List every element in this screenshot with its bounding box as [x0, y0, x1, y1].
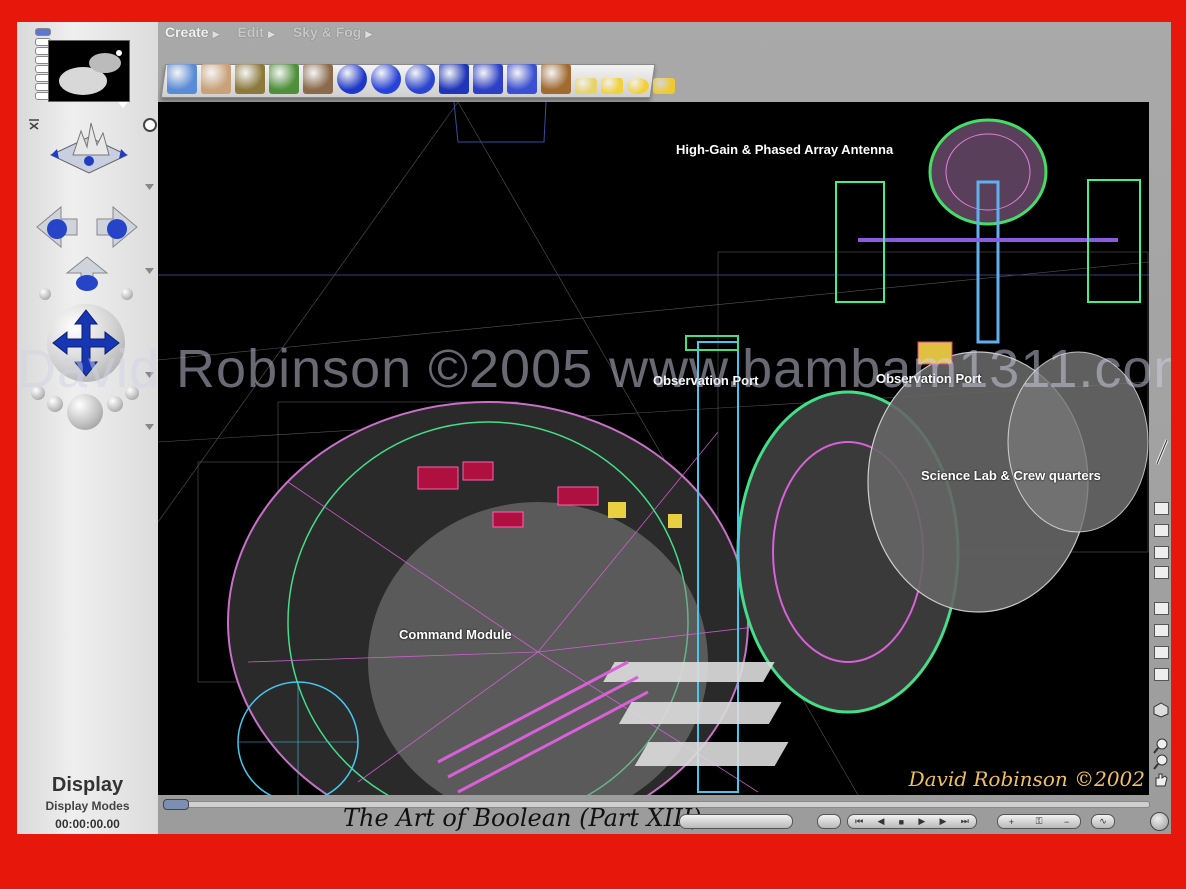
zoom-out-icon[interactable]: [1153, 754, 1169, 770]
nudge-ball[interactable]: [39, 288, 51, 300]
menu-create[interactable]: Create ▶: [165, 24, 220, 40]
chevron-right-icon: ▶: [212, 29, 220, 39]
app-window: Display Display Modes 00:00:00.00 Create…: [17, 22, 1171, 834]
skip-start-icon[interactable]: ⏮: [855, 816, 863, 827]
caption-text: The Art of Boolean (Part XIII): [343, 804, 702, 832]
loop-button[interactable]: [817, 814, 841, 829]
menu-sky-fog-label: Sky & Fog: [292, 24, 362, 40]
rock-icon[interactable]: [303, 64, 333, 94]
globe-icon[interactable]: [1150, 812, 1169, 831]
label-antenna: High-Gain & Phased Array Antenna: [676, 142, 894, 157]
cone-icon[interactable]: [507, 64, 537, 94]
stop-icon[interactable]: ■: [899, 817, 904, 827]
menu-edit[interactable]: Edit ▶: [238, 24, 275, 40]
label-command-module: Command Module: [399, 627, 512, 642]
render-style-button[interactable]: [1154, 646, 1169, 659]
object-toolbar: [167, 42, 675, 94]
camera-control-dot[interactable]: [143, 118, 157, 132]
left-control-panel: Display Display Modes 00:00:00.00: [17, 22, 158, 834]
chevron-down-icon[interactable]: [145, 184, 154, 190]
brush-icon[interactable]: [1153, 438, 1169, 468]
render-style-button[interactable]: [1154, 566, 1169, 579]
time-readout: 00:00:00.00: [55, 817, 120, 831]
hand-pan-icon[interactable]: [1153, 772, 1169, 788]
display-panel-title: Display: [51, 774, 124, 796]
timeline-handle[interactable]: [163, 799, 189, 810]
render-style-button[interactable]: [1154, 524, 1169, 537]
ui-toggle-button[interactable]: [35, 28, 51, 36]
cube-prim-icon[interactable]: [653, 78, 675, 94]
chevron-down-icon[interactable]: [118, 102, 128, 108]
display-modes-label[interactable]: Display Modes: [17, 799, 158, 813]
menu-sky-fog[interactable]: Sky & Fog ▶: [293, 24, 372, 40]
chevron-right-icon: ▶: [365, 29, 373, 39]
pyramid-icon[interactable]: [473, 64, 503, 94]
playback-controls[interactable]: ⏮ ◀ ■ ▶ ▶ ⏭: [847, 814, 977, 829]
chevron-right-icon: ▶: [267, 29, 275, 39]
terrain-plane-icon[interactable]: [201, 64, 231, 94]
render-style-button[interactable]: [1154, 502, 1169, 515]
play-icon[interactable]: ▶: [918, 816, 925, 827]
preview-thumbnail[interactable]: [48, 40, 130, 102]
remove-keyframe-button[interactable]: −: [1064, 817, 1069, 827]
render-style-button[interactable]: [1154, 624, 1169, 637]
wave-icon: ∿: [1099, 816, 1107, 826]
sphere-icon[interactable]: [371, 64, 401, 94]
figure-icon[interactable]: [541, 64, 571, 94]
chevron-down-icon[interactable]: [145, 268, 154, 274]
torus-knot-icon[interactable]: [337, 64, 367, 94]
chevron-down-icon[interactable]: [145, 424, 154, 430]
skip-end-icon[interactable]: ⏭: [961, 816, 969, 827]
nudge-ball[interactable]: [121, 288, 133, 300]
wireframe-scene: [158, 102, 1149, 795]
render-style-button[interactable]: [1154, 546, 1169, 559]
menu-edit-label: Edit: [237, 24, 264, 40]
mountain-icon[interactable]: [235, 64, 265, 94]
menu-create-label: Create: [165, 24, 209, 40]
step-forward-icon[interactable]: ▶: [940, 816, 947, 827]
mini-blocks-icon[interactable]: [575, 78, 597, 94]
cube-view-icon[interactable]: [1153, 702, 1169, 718]
frame-indicator[interactable]: [679, 814, 793, 829]
preview-render-icon: [59, 50, 122, 95]
translate-xy-control[interactable]: [27, 197, 147, 297]
bend-prim-icon[interactable]: [601, 78, 623, 94]
render-style-button[interactable]: [1154, 602, 1169, 615]
zoom-in-icon[interactable]: [1153, 738, 1169, 754]
render-style-button[interactable]: [1154, 668, 1169, 681]
director-chair-icon[interactable]: [27, 117, 41, 131]
torus-icon[interactable]: [405, 64, 435, 94]
3d-viewport[interactable]: High-Gain & Phased Array Antenna Observa…: [158, 102, 1149, 795]
watermark-text: David Robinson ©2005 www.bambam1311.com: [17, 339, 1171, 399]
keyframe-controls[interactable]: + ⚿ −: [997, 814, 1081, 829]
add-keyframe-button[interactable]: +: [1009, 817, 1014, 827]
label-science-lab: Science Lab & Crew quarters: [921, 468, 1101, 483]
key-icon[interactable]: ⚿: [1036, 816, 1043, 827]
graph-button[interactable]: ∿: [1091, 814, 1115, 829]
cylinder-prim-icon[interactable]: [627, 78, 649, 94]
artist-signature: David Robinson ©2002: [908, 767, 1145, 791]
tree-icon[interactable]: [269, 64, 299, 94]
water-plane-icon[interactable]: [167, 64, 197, 94]
main-menu: Create ▶ Edit ▶ Sky & Fog ▶: [165, 22, 372, 42]
camera-selector-widget[interactable]: [47, 117, 131, 187]
cube-icon[interactable]: [439, 64, 469, 94]
step-back-icon[interactable]: ◀: [877, 816, 884, 827]
